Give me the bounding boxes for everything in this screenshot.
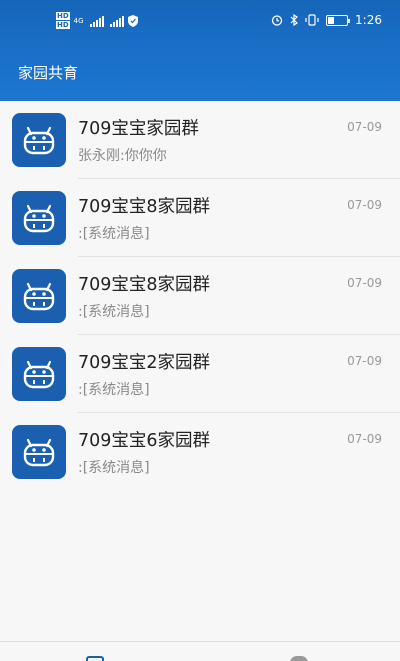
robot-face-icon — [12, 425, 66, 479]
chat-item[interactable]: 709宝宝2家园群 :[系统消息] 07-09 — [0, 335, 400, 413]
status-left: HD HD 4G — [56, 12, 138, 30]
app-header: 家园共育 — [0, 44, 400, 101]
chat-item[interactable]: 709宝宝6家园群 :[系统消息] 07-09 — [0, 413, 400, 491]
chat-date: 07-09 — [347, 354, 382, 368]
chat-preview: :[系统消息] — [78, 304, 150, 320]
page-title: 家园共育 — [18, 64, 79, 82]
network-label: 4G — [73, 17, 84, 25]
status-time: 1:26 — [355, 13, 382, 27]
chat-preview: 张永刚:你你你 — [78, 148, 167, 164]
status-bar: HD HD 4G 1:26 — [0, 0, 400, 44]
chat-preview: :[系统消息] — [78, 226, 150, 242]
signal-icon-2 — [109, 15, 124, 27]
chat-name: 709宝宝家园群 — [78, 119, 199, 139]
chat-name: 709宝宝6家园群 — [78, 431, 211, 451]
hd-label-1: HD — [56, 12, 70, 20]
tab-messages-icon[interactable] — [86, 656, 104, 661]
chat-date: 07-09 — [347, 120, 382, 134]
robot-face-icon — [12, 191, 66, 245]
bottom-tab-bar — [0, 641, 400, 661]
robot-face-icon — [12, 347, 66, 401]
robot-face-icon — [12, 269, 66, 323]
hd-icon: HD HD — [56, 12, 70, 30]
chat-date: 07-09 — [347, 276, 382, 290]
tab-profile-icon[interactable] — [290, 656, 308, 661]
robot-face-icon — [12, 113, 66, 167]
chat-item[interactable]: 709宝宝8家园群 :[系统消息] 07-09 — [0, 179, 400, 257]
bluetooth-icon — [290, 14, 298, 26]
chat-name: 709宝宝8家园群 — [78, 275, 211, 295]
chat-item[interactable]: 709宝宝8家园群 :[系统消息] 07-09 — [0, 257, 400, 335]
chat-preview: :[系统消息] — [78, 460, 150, 476]
battery-icon — [326, 14, 351, 26]
hd-label-2: HD — [56, 21, 70, 29]
shield-icon — [127, 15, 138, 27]
chat-list: 709宝宝家园群 张永刚:你你你 07-09 709宝宝8家园群 :[系统消息]… — [0, 101, 400, 491]
chat-name: 709宝宝2家园群 — [78, 353, 211, 373]
chat-preview: :[系统消息] — [78, 382, 150, 398]
chat-item[interactable]: 709宝宝家园群 张永刚:你你你 07-09 — [0, 101, 400, 179]
status-right: 1:26 — [271, 13, 382, 27]
chat-date: 07-09 — [347, 432, 382, 446]
chat-name: 709宝宝8家园群 — [78, 197, 211, 217]
vibrate-icon — [305, 14, 319, 26]
alarm-icon — [271, 15, 283, 26]
chat-date: 07-09 — [347, 198, 382, 212]
signal-icon — [89, 15, 104, 27]
